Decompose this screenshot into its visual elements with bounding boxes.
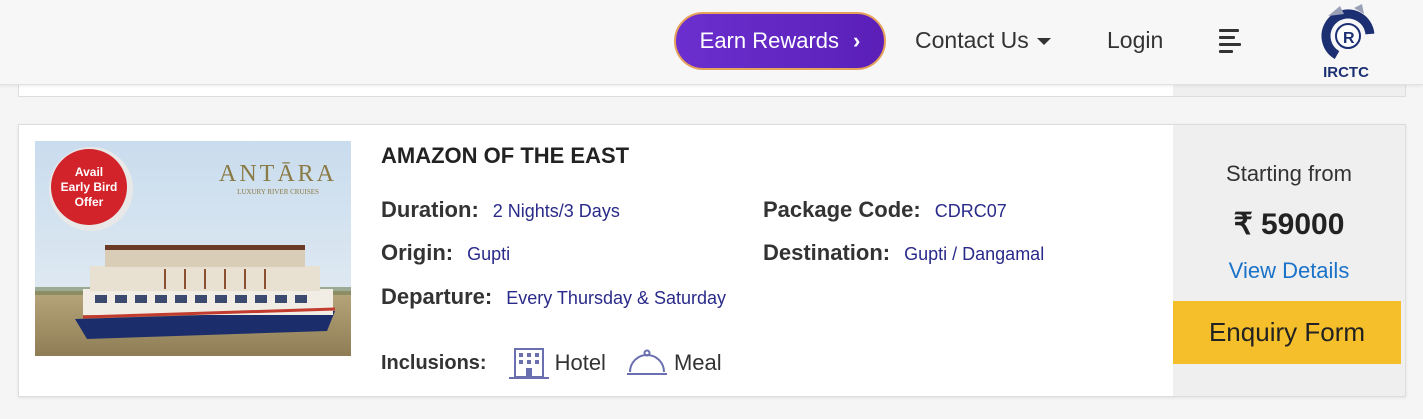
badge-line-3: Offer: [75, 195, 104, 209]
inclusions: Inclusions: Hotel Meal: [381, 347, 742, 379]
badge-line-1: Avail: [75, 165, 103, 179]
price-panel: Starting from ₹ 59000 View Details Enqui…: [1173, 125, 1405, 396]
destination-field: Destination: Gupti / Dangamal: [763, 240, 1044, 266]
contact-us-dropdown[interactable]: Contact Us: [915, 27, 1051, 54]
inclusions-label: Inclusions:: [381, 351, 487, 374]
irctc-logo[interactable]: R IRCTC: [1310, 2, 1382, 82]
badge-line-2: Early Bird: [61, 180, 118, 194]
origin-value: Gupti: [467, 244, 511, 264]
meal-cloche-icon: [626, 349, 667, 375]
earn-rewards-button[interactable]: Earn Rewards ›: [674, 12, 886, 70]
origin-field: Origin: Gupti: [381, 240, 510, 266]
previous-package-card: [18, 85, 1406, 97]
origin-label: Origin:: [381, 240, 454, 265]
enquiry-form-button[interactable]: Enquiry Form: [1173, 301, 1401, 364]
brand-subtitle: LUXURY RIVER CRUISES: [237, 188, 319, 196]
package-card: Avail Early Bird Offer ANTĀRA LUXURY RIV…: [18, 124, 1406, 397]
duration-field: Duration: 2 Nights/3 Days: [381, 197, 620, 223]
departure-field: Departure: Every Thursday & Saturday: [381, 284, 726, 310]
starting-from-label: Starting from: [1226, 161, 1352, 186]
duration-value: 2 Nights/3 Days: [492, 201, 620, 221]
hotel-icon: [508, 348, 549, 379]
logo-text: IRCTC: [1323, 64, 1369, 81]
inclusion-hotel-label: Hotel: [554, 350, 606, 375]
package-title: AMAZON OF THE EAST: [381, 143, 630, 168]
package-price: ₹ 59000: [1233, 208, 1345, 241]
inclusion-meal-label: Meal: [673, 350, 722, 375]
package-code-value: CDRC07: [934, 201, 1007, 221]
inclusion-meal: Meal: [626, 348, 722, 378]
destination-label: Destination:: [763, 240, 891, 265]
package-image[interactable]: Avail Early Bird Offer ANTĀRA LUXURY RIV…: [35, 141, 351, 356]
earn-rewards-label: Earn Rewards: [699, 28, 840, 53]
brand-name: ANTĀRA: [219, 161, 337, 187]
irctc-emblem-icon: R: [1321, 4, 1375, 63]
svg-text:R: R: [1343, 30, 1355, 47]
package-code-label: Package Code:: [763, 197, 921, 222]
top-navbar: Earn Rewards › Contact Us Login R IRCTC: [0, 0, 1423, 85]
login-link[interactable]: Login: [1107, 27, 1163, 54]
package-code-field: Package Code: CDRC07: [763, 197, 1007, 223]
departure-value: Every Thursday & Saturday: [506, 288, 727, 308]
chevron-right-icon: ›: [853, 28, 861, 53]
view-details-link[interactable]: View Details: [1173, 258, 1405, 284]
departure-label: Departure:: [381, 284, 493, 309]
destination-value: Gupti / Dangamal: [904, 244, 1045, 264]
menu-icon[interactable]: [1219, 29, 1243, 53]
contact-us-label: Contact Us: [915, 27, 1029, 53]
duration-label: Duration:: [381, 197, 479, 222]
inclusion-hotel: Hotel: [508, 347, 606, 379]
caret-down-icon: [1036, 38, 1051, 45]
